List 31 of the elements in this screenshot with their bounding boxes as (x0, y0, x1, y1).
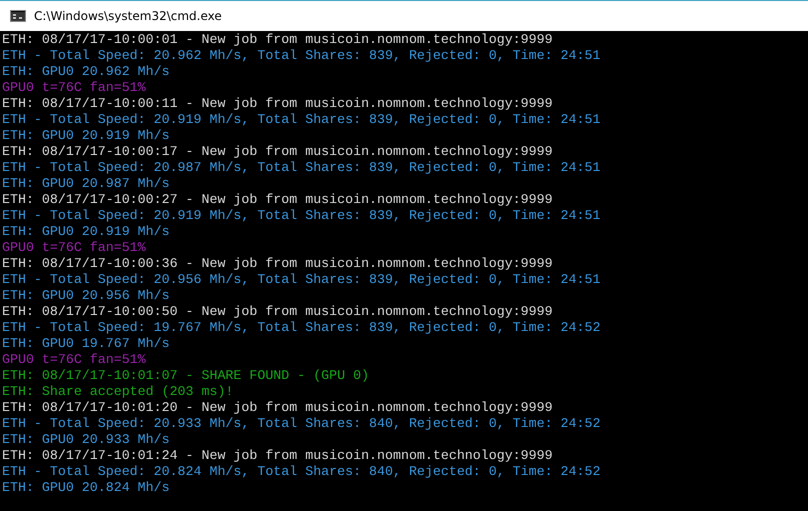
console-line: ETH: 08/17/17-10:00:50 - New job from musicoin.nomnom.technology:9999 (1, 304, 553, 320)
console-line: ETH - Total Speed: 20.919 Mh/s, Total Shares: 839, Rejected: 0, Time: 24:51 (1, 208, 600, 224)
console-line: GPU0 t=76C fan=51% (1, 352, 146, 368)
console-line: ETH - Total Speed: 19.767 Mh/s, Total Shares: 839, Rejected: 0, Time: 24:52 (1, 320, 600, 336)
console-line: ETH: 08/17/17-10:00:11 - New job from musicoin.nomnom.technology:9999 (1, 96, 553, 112)
console-line: ETH: 08/17/17-10:01:20 - New job from musicoin.nomnom.technology:9999 (1, 400, 553, 416)
console-line: ETH: GPU0 20.962 Mh/s (1, 64, 170, 80)
console-line: ETH: GPU0 20.824 Mh/s (1, 480, 170, 496)
console-line: ETH - Total Speed: 20.919 Mh/s, Total Shares: 839, Rejected: 0, Time: 24:51 (1, 112, 600, 128)
console-line: ETH - Total Speed: 20.824 Mh/s, Total Shares: 840, Rejected: 0, Time: 24:52 (1, 464, 600, 480)
console-line: ETH - Total Speed: 20.933 Mh/s, Total Shares: 840, Rejected: 0, Time: 24:52 (1, 416, 600, 432)
console-line: ETH: 08/17/17-10:00:27 - New job from musicoin.nomnom.technology:9999 (1, 192, 553, 208)
console-line: ETH: 08/17/17-10:00:36 - New job from musicoin.nomnom.technology:9999 (1, 256, 553, 272)
console-line: ETH: 08/17/17-10:01:24 - New job from musicoin.nomnom.technology:9999 (1, 448, 553, 464)
console-line: ETH: GPU0 20.987 Mh/s (1, 176, 170, 192)
console-line: ETH - Total Speed: 20.962 Mh/s, Total Shares: 839, Rejected: 0, Time: 24:51 (1, 48, 600, 64)
console-line: GPU0 t=76C fan=51% (1, 240, 146, 256)
console-line: ETH: GPU0 20.933 Mh/s (1, 432, 170, 448)
console-line: ETH - Total Speed: 20.987 Mh/s, Total Shares: 839, Rejected: 0, Time: 24:51 (1, 160, 600, 176)
console-line: ETH: 08/17/17-10:01:07 - SHARE FOUND - (GPU 0) (1, 368, 370, 384)
console-line: ETH: GPU0 20.919 Mh/s (1, 128, 170, 144)
console-line: ETH: 08/17/17-10:00:01 - New job from musicoin.nomnom.technology:9999 (1, 32, 553, 48)
console-line: ETH: GPU0 19.767 Mh/s (1, 336, 170, 352)
console-line: ETH: Share accepted (203 ms)! (1, 384, 234, 400)
console-icon (10, 10, 26, 22)
console-line: GPU0 t=76C fan=51% (1, 80, 146, 96)
console-line: ETH - Total Speed: 20.956 Mh/s, Total Shares: 839, Rejected: 0, Time: 24:51 (1, 272, 600, 288)
window-title: C:\Windows\system32\cmd.exe (34, 9, 222, 23)
console-line: ETH: GPU0 20.919 Mh/s (1, 224, 170, 240)
console-line: ETH: GPU0 20.956 Mh/s (1, 288, 170, 304)
console-line: ETH: 08/17/17-10:00:17 - New job from musicoin.nomnom.technology:9999 (1, 144, 553, 160)
